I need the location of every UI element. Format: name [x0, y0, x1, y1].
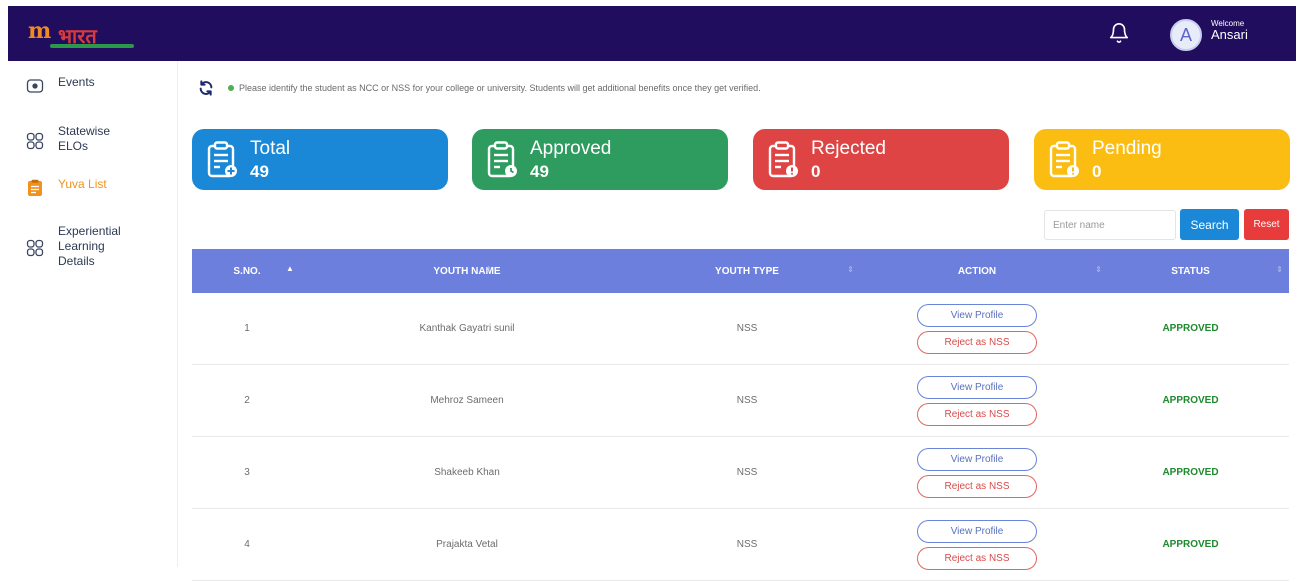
card-title: Total — [250, 138, 291, 159]
reject-as-nss-button[interactable]: Reject as NSS — [917, 474, 1037, 498]
yuva-table: S.NO. ▲ YOUTH NAME ⇕ YOUTH TYPE ⇕ ACTION… — [192, 249, 1289, 581]
reject-as-nss-button[interactable]: Reject as NSS — [917, 330, 1037, 354]
cell-youth-type: NSS — [736, 467, 758, 478]
cell-action: View Profile Reject as NSS — [862, 437, 1092, 509]
view-profile-button[interactable]: View Profile — [917, 519, 1037, 543]
cell-sno: 2 — [244, 395, 250, 406]
table-row: 3 Shakeeb Khan NSS View Profile Reject a… — [192, 437, 1289, 509]
sidebar-item-statewise-elos[interactable]: Statewise ELOs — [26, 124, 138, 154]
sidebar: Events Statewise ELOs Yuva List Experien… — [8, 61, 178, 567]
sort-asc-icon: ▲ — [286, 264, 294, 273]
cell-youth-type: NSS — [736, 323, 758, 334]
search-input[interactable] — [1044, 210, 1176, 240]
column-header-label: YOUTH TYPE — [715, 265, 779, 277]
status-dot — [228, 85, 234, 91]
status-badge: APPROVED — [1162, 467, 1219, 478]
sort-icon: ⇕ — [1276, 265, 1283, 274]
event-icon — [26, 77, 44, 95]
cell-status: APPROVED — [1092, 437, 1289, 509]
column-header-youth-type[interactable]: YOUTH TYPE ⇕ — [632, 249, 862, 293]
sidebar-item-label: Experiential Learning Details — [58, 224, 121, 268]
view-profile-button[interactable]: View Profile — [917, 303, 1037, 327]
logo-swoosh — [50, 44, 134, 48]
rejected-card[interactable]: Rejected 0 — [753, 129, 1009, 190]
table-row: 2 Mehroz Sameen NSS View Profile Reject … — [192, 365, 1289, 437]
logo-mark: m — [28, 18, 52, 44]
cell-youth-type: NSS — [736, 539, 758, 550]
sidebar-item-label: Statewise ELOs — [58, 124, 111, 153]
my-bharat-logo[interactable]: m भारत — [28, 10, 148, 56]
column-header-sno[interactable]: S.NO. ▲ — [192, 249, 302, 293]
sort-icon: ⇕ — [847, 265, 854, 274]
user-greeting[interactable]: Welcome Ansari — [1211, 19, 1248, 43]
clipboard-alert-icon — [1048, 141, 1084, 179]
pending-card[interactable]: Pending 0 — [1034, 129, 1290, 190]
cell-status: APPROVED — [1092, 509, 1289, 581]
column-header-label: STATUS — [1171, 265, 1210, 277]
reset-button[interactable]: Reset — [1244, 209, 1289, 240]
clipboard-icon — [26, 179, 44, 197]
total-card[interactable]: Total 49 — [192, 129, 448, 190]
cell-action: View Profile Reject as NSS — [862, 293, 1092, 365]
approved-card[interactable]: Approved 49 — [472, 129, 728, 190]
table-row: 4 Prajakta Vetal NSS View Profile Reject… — [192, 509, 1289, 581]
reject-as-nss-button[interactable]: Reject as NSS — [917, 402, 1037, 426]
cell-youth-name: Mehroz Sameen — [430, 395, 504, 406]
card-count: 49 — [250, 162, 269, 181]
card-count: 0 — [811, 162, 821, 181]
grid-icon — [26, 239, 44, 257]
table-header: S.NO. ▲ YOUTH NAME ⇕ YOUTH TYPE ⇕ ACTION… — [192, 249, 1289, 293]
top-navbar: m भारत A Welcome Ansari — [8, 6, 1296, 61]
cell-youth-name: Kanthak Gayatri sunil — [419, 323, 515, 334]
sidebar-item-yuva-list[interactable]: Yuva List — [26, 177, 107, 197]
sidebar-item-events[interactable]: Events — [26, 75, 95, 95]
refresh-icon[interactable] — [198, 80, 214, 96]
clipboard-plus-icon — [206, 141, 242, 179]
table-row: 1 Kanthak Gayatri sunil NSS View Profile… — [192, 293, 1289, 365]
verification-notice: Please identify the student as NCC or NS… — [198, 80, 761, 96]
card-count: 0 — [1092, 162, 1102, 181]
clipboard-clock-icon — [486, 141, 522, 179]
column-header-label: ACTION — [957, 265, 997, 277]
sort-icon: ⇕ — [485, 265, 492, 274]
user-name: Ansari — [1211, 27, 1248, 43]
avatar-initial: A — [1179, 24, 1192, 45]
grid-icon — [26, 132, 44, 150]
column-header-youth-name[interactable]: YOUTH NAME ⇕ — [302, 249, 632, 293]
cell-sno: 4 — [244, 539, 250, 550]
clipboard-alert-icon — [767, 141, 803, 179]
status-badge: APPROVED — [1162, 539, 1219, 550]
bell-icon[interactable] — [1108, 22, 1130, 44]
cell-sno: 3 — [244, 467, 250, 478]
cell-status: APPROVED — [1092, 293, 1289, 365]
card-title: Rejected — [811, 138, 886, 159]
card-title: Pending — [1092, 138, 1162, 159]
cell-youth-type: NSS — [736, 395, 758, 406]
sidebar-item-label: Yuva List — [58, 177, 107, 191]
column-header-label: S.NO. — [233, 265, 261, 277]
status-badge: APPROVED — [1162, 323, 1219, 334]
reject-as-nss-button[interactable]: Reject as NSS — [917, 546, 1037, 570]
avatar[interactable]: A — [1170, 19, 1202, 51]
cell-action: View Profile Reject as NSS — [862, 509, 1092, 581]
card-count: 49 — [530, 162, 549, 181]
sidebar-item-label: Events — [58, 75, 95, 89]
cell-status: APPROVED — [1092, 365, 1289, 437]
card-title: Approved — [530, 138, 612, 159]
search-button[interactable]: Search — [1180, 209, 1239, 240]
cell-youth-name: Prajakta Vetal — [436, 539, 498, 550]
column-header-status[interactable]: STATUS ⇕ — [1092, 249, 1289, 293]
column-header-action[interactable]: ACTION ⇕ — [862, 249, 1102, 293]
status-badge: APPROVED — [1162, 395, 1219, 406]
cell-youth-name: Shakeeb Khan — [434, 467, 500, 478]
cell-action: View Profile Reject as NSS — [862, 365, 1092, 437]
sidebar-item-experiential-learning[interactable]: Experiential Learning Details — [26, 224, 138, 269]
notice-text: Please identify the student as NCC or NS… — [239, 83, 761, 93]
cell-sno: 1 — [244, 323, 250, 334]
view-profile-button[interactable]: View Profile — [917, 447, 1037, 471]
view-profile-button[interactable]: View Profile — [917, 375, 1037, 399]
